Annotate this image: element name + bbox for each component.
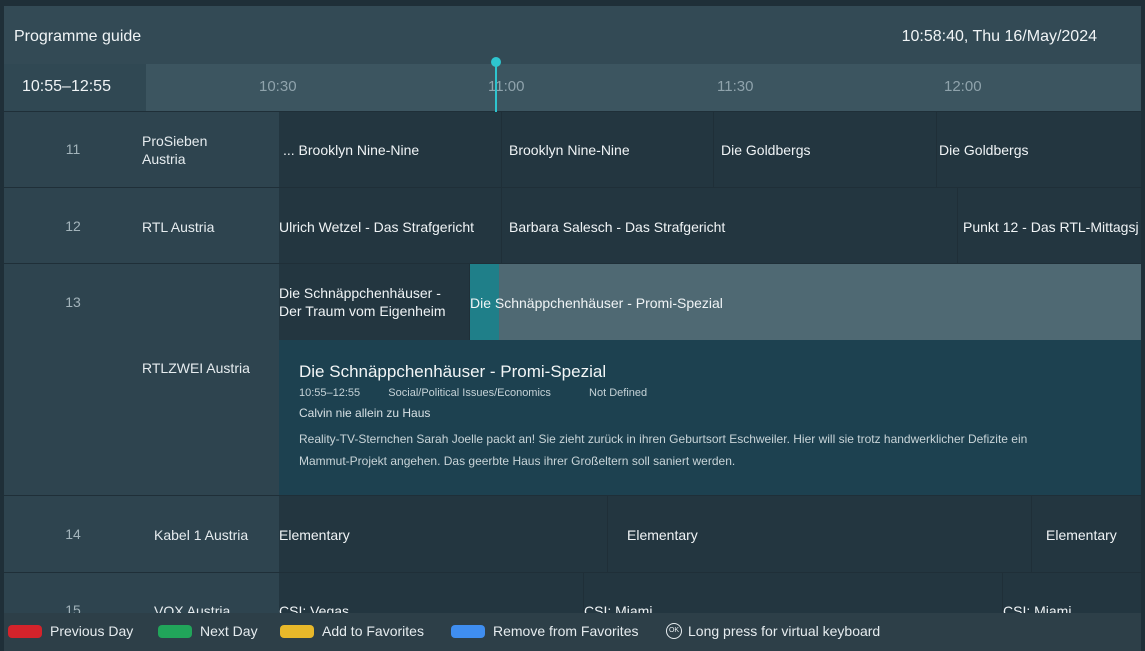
remove-favorites-button[interactable]: Remove from Favorites [451,623,638,639]
channel-number: 13 [65,294,81,310]
next-day-label: Next Day [200,623,258,639]
program-cell[interactable]: Elementary [608,496,1031,572]
program-title: Punkt 12 - Das RTL-Mittagsj [963,219,1139,235]
add-favorites-label: Add to Favorites [322,623,424,639]
ok-button-icon: OK [666,623,682,639]
guide-header: Programme guide 10:58:40, Thu 16/May/202… [4,6,1141,64]
channel-row-12[interactable]: 12 RTL Austria Ulrich Wetzel - Das Straf… [4,188,1141,263]
green-key-icon [158,624,192,638]
program-title: CSI: Miami [1003,603,1072,613]
current-time-indicator [495,64,497,112]
program-cell[interactable]: Elementary [279,496,607,572]
program-title: Die Goldbergs [721,142,811,158]
program-title: CSI: Vegas [279,603,350,613]
program-cell[interactable]: Die Goldbergs [714,112,936,187]
program-title: Die Goldbergs [939,142,1029,158]
time-range-label: 10:55–12:55 [22,78,111,95]
program-cell-selected[interactable]: Die Schnäppchenhäuser - Promi-Spezial [470,264,1141,340]
program-cell[interactable]: Brooklyn Nine-Nine [502,112,713,187]
next-day-button[interactable]: Next Day [158,623,258,639]
clock-display: 10:58:40, Thu 16/May/2024 [901,28,1097,45]
details-genre: Social/Political Issues/Economics [388,387,551,399]
program-title: Elementary [279,527,350,543]
channel-name: RTLZWEI Austria [142,360,250,376]
program-cell[interactable]: Elementary [1032,496,1141,572]
channel-name: VOX Austria [154,603,231,613]
channel-row-15[interactable]: 15 VOX Austria CSI: Vegas CSI: Miami CSI… [4,573,1141,613]
details-meta: 10:55–12:55 Social/Political Issues/Econ… [299,387,647,399]
time-range-box: 10:55–12:55 [4,64,146,111]
time-tick: 11:30 [717,78,754,95]
blue-key-icon [451,624,485,638]
program-title: CSI: Miami [584,603,653,613]
remove-favorites-label: Remove from Favorites [493,623,639,639]
previous-day-button[interactable]: Previous Day [8,623,133,639]
channel-name: ProSieben Austria [142,133,208,167]
channel-row-14[interactable]: 14 Kabel 1 Austria Elementary Elementary… [4,496,1141,572]
channel-name: RTL Austria [142,219,215,235]
add-favorites-button[interactable]: Add to Favorites [280,623,424,639]
program-title: Die Schnäppchenhäuser - Der Traum vom Ei… [279,285,446,319]
details-description: Reality-TV-Sternchen Sarah Joelle packt … [299,432,1028,468]
time-tick: 12:00 [944,78,982,95]
program-title: Ulrich Wetzel - Das Strafgericht [279,219,475,235]
channel-row-11[interactable]: 11 ProSieben Austria ... Brooklyn Nine-N… [4,112,1141,187]
details-episode: Calvin nie allein zu Haus [299,406,431,420]
program-title: Die Schnäppchenhäuser - Promi-Spezial [470,295,723,311]
program-cell[interactable]: Die Goldbergs [937,112,1141,187]
channel-number: 14 [65,526,81,542]
timeline-bar: 10:55–12:55 10:30 11:00 11:30 12:00 [4,64,1141,111]
program-cell[interactable]: CSI: Miami [584,573,1002,613]
channel-row-13[interactable]: 13 Die Schnäppchenhäuser - Der Traum vom… [4,264,1141,495]
program-cell[interactable]: Punkt 12 - Das RTL-Mittagsj [958,188,1141,263]
previous-day-label: Previous Day [50,623,134,639]
program-title: Barbara Salesch - Das Strafgericht [509,219,726,235]
yellow-key-icon [280,624,314,638]
time-tick: 10:30 [259,78,297,95]
red-key-icon [8,624,42,638]
channel-number: 11 [65,141,81,157]
program-cell[interactable]: Barbara Salesch - Das Strafgericht [502,188,957,263]
details-title: Die Schnäppchenhäuser - Promi-Spezial [299,362,607,381]
program-cell[interactable]: CSI: Vegas [279,573,583,613]
program-title: Brooklyn Nine-Nine [509,142,630,158]
keyboard-hint-label: Long press for virtual keyboard [688,623,881,639]
channel-name: Kabel 1 Austria [154,527,249,543]
program-cell[interactable]: CSI: Miami [1003,573,1141,613]
current-time-dot [491,57,501,67]
page-title: Programme guide [14,28,142,45]
program-title: ... Brooklyn Nine-Nine [283,142,420,158]
time-tick: 11:00 [488,78,525,95]
program-title: Elementary [1046,527,1117,543]
program-cell[interactable]: Ulrich Wetzel - Das Strafgericht [279,188,501,263]
footer-legend: Previous Day Next Day Add to Favorites R… [4,613,1141,651]
program-cell[interactable]: Die Schnäppchenhäuser - Der Traum vom Ei… [279,264,469,340]
details-time: 10:55–12:55 [299,387,361,399]
program-details-panel: Die Schnäppchenhäuser - Promi-Spezial 10… [279,340,1141,495]
channel-number: 15 [65,602,81,613]
keyboard-hint: OK Long press for virtual keyboard [666,623,880,639]
program-cell[interactable]: ... Brooklyn Nine-Nine [279,112,501,187]
program-title: Elementary [627,527,698,543]
details-rating: Not Defined [589,387,648,399]
channel-number: 12 [65,218,81,234]
